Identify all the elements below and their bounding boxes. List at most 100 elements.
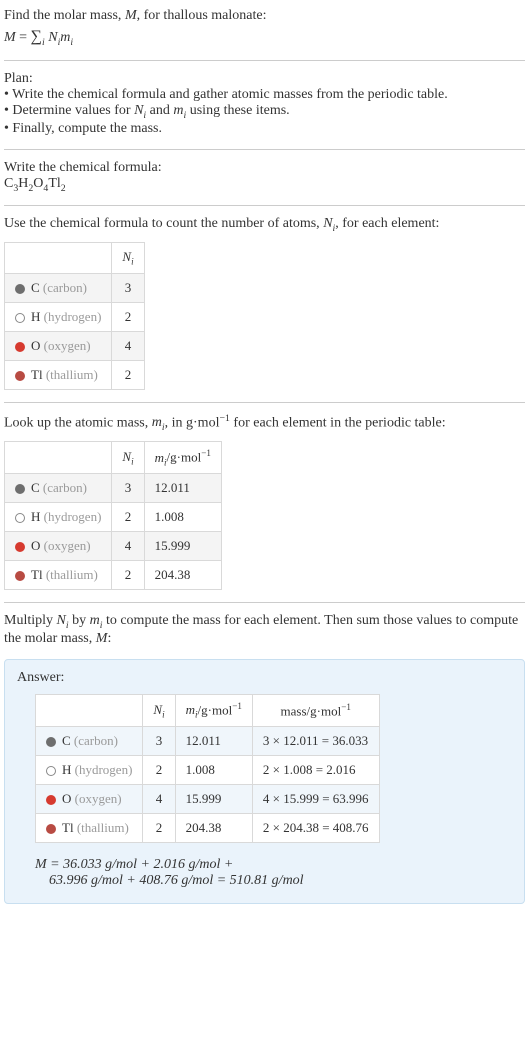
table-row: O (oxygen) 4 15.999 4 × 15.999 = 63.996: [36, 784, 380, 813]
lookup-heading-post: for each element in the periodic table:: [230, 415, 446, 430]
answer-box: Answer: Ni mi/g·mol−1 mass/g·mol−1 C (ca…: [4, 659, 525, 904]
elem-cell: Tl (thallium): [36, 813, 143, 842]
mass-calc-line2: 63.996 g/mol + 408.76 g/mol = 510.81 g/m…: [49, 873, 512, 889]
lookup-table: Ni mi/g·mol−1 C (carbon) 3 12.011 H (hyd…: [4, 441, 222, 590]
elem-sym: O: [31, 538, 40, 553]
elem-name: (oxygen): [44, 338, 91, 353]
elem-cell: H (hydrogen): [5, 302, 112, 331]
col-element: [36, 694, 143, 726]
elem-name: (hydrogen): [75, 762, 133, 777]
table-row: H (hydrogen) 2: [5, 302, 145, 331]
elem-name: (hydrogen): [44, 509, 102, 524]
elem-cell: H (hydrogen): [36, 755, 143, 784]
element-dot-icon: [46, 795, 56, 805]
elem-name: (hydrogen): [44, 309, 102, 324]
ni-cell: 4: [143, 784, 175, 813]
intro-section: Find the molar mass, M, for thallous mal…: [4, 8, 525, 48]
elem-sym: O: [62, 791, 71, 806]
col-element: [5, 442, 112, 474]
mi-cell: 12.011: [144, 474, 221, 503]
element-dot-icon: [15, 484, 25, 494]
table-row: C (carbon) 3 12.011: [5, 474, 222, 503]
mi-cell: 15.999: [175, 784, 252, 813]
intro-formula: M = ∑i Nimi: [4, 28, 525, 48]
multiply-text: Multiply Ni by mi to compute the mass fo…: [4, 613, 525, 647]
table-row: O (oxygen) 4 15.999: [5, 532, 222, 561]
element-dot-icon: [46, 766, 56, 776]
elem-sym: H: [31, 309, 40, 324]
elem-name: (thallium): [77, 820, 129, 835]
count-heading-post: , for each element:: [335, 216, 439, 231]
elem-sym: Tl: [62, 820, 74, 835]
ni-cell: 2: [112, 561, 144, 590]
ni-cell: 3: [143, 726, 175, 755]
ni-cell: 2: [143, 755, 175, 784]
table-row: Tl (thallium) 2: [5, 360, 145, 389]
divider: [4, 149, 525, 150]
ni-cell: 3: [112, 474, 144, 503]
element-dot-icon: [15, 542, 25, 552]
elem-sym: H: [62, 762, 71, 777]
elem-cell: O (oxygen): [5, 331, 112, 360]
mi-cell: 204.38: [144, 561, 221, 590]
neg1: −1: [219, 413, 229, 424]
elem-cell: O (oxygen): [36, 784, 143, 813]
mi-cell: 204.38: [175, 813, 252, 842]
mi-cell: 15.999: [144, 532, 221, 561]
intro-text-post: , for thallous malonate:: [137, 8, 267, 23]
table-row: C (carbon) 3: [5, 273, 145, 302]
ni-cell: 4: [112, 532, 144, 561]
elem-name: (carbon): [43, 280, 87, 295]
elem-cell: O (oxygen): [5, 532, 112, 561]
count-table: Ni C (carbon) 3 H (hydrogen) 2 O (oxygen…: [4, 242, 145, 390]
divider: [4, 60, 525, 61]
answer-label: Answer:: [17, 670, 512, 686]
table-row: H (hydrogen) 2 1.008: [5, 503, 222, 532]
table-row: Tl (thallium) 2 204.38: [5, 561, 222, 590]
mi-cell: 12.011: [175, 726, 252, 755]
chem-formula-section: Write the chemical formula: C3H2O4Tl2: [4, 160, 525, 194]
col-mi: mi/g·mol−1: [175, 694, 252, 726]
elem-cell: H (hydrogen): [5, 503, 112, 532]
col-ni: Ni: [112, 243, 144, 274]
elem-sym: C: [62, 733, 71, 748]
mass-cell: 4 × 15.999 = 63.996: [252, 784, 379, 813]
elem-name: (thallium): [46, 567, 98, 582]
mi-cell: 1.008: [144, 503, 221, 532]
plan-heading: Plan:: [4, 71, 525, 87]
plan-item: • Finally, compute the mass.: [4, 121, 525, 137]
chem-formula-heading: Write the chemical formula:: [4, 160, 525, 176]
element-dot-icon: [15, 313, 25, 323]
elem-cell: C (carbon): [5, 474, 112, 503]
intro-text-pre: Find the molar mass,: [4, 8, 125, 23]
elem-name: (thallium): [46, 367, 98, 382]
elem-sym: Tl: [31, 567, 43, 582]
ni-cell: 2: [112, 360, 144, 389]
element-dot-icon: [46, 824, 56, 834]
intro-M: M: [125, 8, 137, 23]
lookup-heading: Look up the atomic mass, mi, in g·mol−1 …: [4, 413, 525, 433]
elem-name: (carbon): [43, 480, 87, 495]
ni-cell: 4: [112, 331, 144, 360]
mi-cell: 1.008: [175, 755, 252, 784]
elem-sym: C: [31, 280, 40, 295]
count-section: Use the chemical formula to count the nu…: [4, 216, 525, 389]
lookup-heading-pre: Look up the atomic mass,: [4, 415, 152, 430]
col-element: [5, 243, 112, 274]
intro-line: Find the molar mass, M, for thallous mal…: [4, 8, 525, 24]
answer-table: Ni mi/g·mol−1 mass/g·mol−1 C (carbon) 3 …: [35, 694, 380, 843]
col-ni: Ni: [112, 442, 144, 474]
element-dot-icon: [15, 571, 25, 581]
col-mass: mass/g·mol−1: [252, 694, 379, 726]
ni-cell: 2: [112, 503, 144, 532]
elem-name: (oxygen): [44, 538, 91, 553]
sigma-sub: i: [42, 37, 45, 48]
ni-cell: 2: [143, 813, 175, 842]
element-dot-icon: [15, 342, 25, 352]
multiply-section: Multiply Ni by mi to compute the mass fo…: [4, 613, 525, 647]
mass-calc: M = 36.033 g/mol + 2.016 g/mol + 63.996 …: [35, 857, 512, 889]
plan-section: Plan: • Write the chemical formula and g…: [4, 71, 525, 137]
plan-item: • Write the chemical formula and gather …: [4, 87, 525, 103]
count-heading-pre: Use the chemical formula to count the nu…: [4, 216, 323, 231]
table-row: Tl (thallium) 2 204.38 2 × 204.38 = 408.…: [36, 813, 380, 842]
